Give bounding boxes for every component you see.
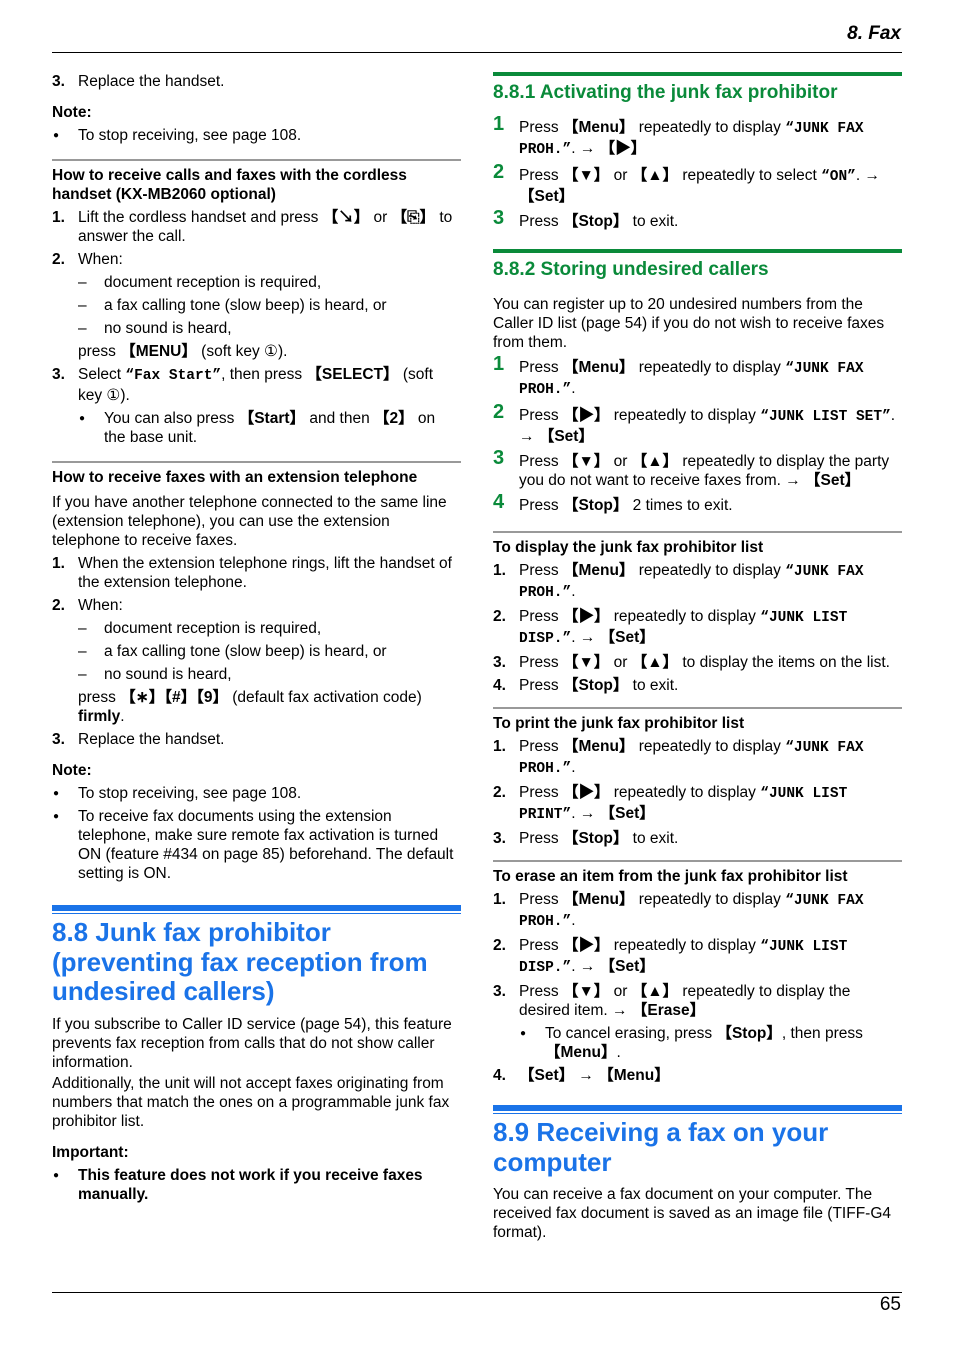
dash-item: a fax calling tone (slow beep) is heard,… — [78, 296, 461, 315]
list-item: 3. Select “Fax Start”, then press 【SELEC… — [52, 365, 461, 447]
list-item: 3. Press 【▼】 or 【▲】 repeatedly to displa… — [493, 982, 902, 1062]
step-item: 2 Press 【▶】 repeatedly to display “JUNK … — [493, 401, 896, 445]
section-para: You can receive a fax document on your c… — [493, 1186, 891, 1241]
extension-intro: If you have another telephone connected … — [52, 494, 447, 549]
section-para: If you subscribe to Caller ID service (p… — [52, 1015, 452, 1071]
bottom-rule — [52, 1292, 902, 1293]
chapter-title: 8. Fax — [847, 23, 901, 44]
note-label: Note: — [52, 104, 92, 121]
erase-item-heading: To erase an item from the junk fax prohi… — [493, 860, 902, 886]
speaker-key-icon: 【⎘】 — [391, 209, 436, 226]
extension-heading: How to receive faxes with an extension t… — [52, 461, 461, 487]
right-column: 8.8.1 Activating the junk fax prohibitor… — [493, 72, 902, 1242]
section-rule-thin — [52, 913, 461, 914]
list-item: 4. 【Set】 → 【Menu】 — [493, 1067, 670, 1084]
dash-item: no sound is heard, — [78, 319, 461, 338]
activation-code-keys: 【∗】【#】【9】 — [120, 689, 228, 706]
subsection-title: 8.8.2 Storing undesired callers — [493, 259, 769, 280]
bullet-item: To stop receiving, see page 108. — [52, 126, 461, 145]
list-item: 3. Press 【▼】 or 【▲】 to display the items… — [493, 654, 890, 671]
step-item: 3 Press 【Stop】 to exit. — [493, 207, 679, 230]
section-rule — [493, 249, 902, 253]
section-title: 8.9 Receiving a fax on your computer — [493, 1117, 829, 1177]
list-item: 2. Press 【▶】 repeatedly to display “JUNK… — [493, 784, 848, 823]
step-item: 3 Press 【▼】 or 【▲】 repeatedly to display… — [493, 447, 890, 489]
step-item: 2 Press 【▼】 or 【▲】 repeatedly to select … — [493, 161, 880, 205]
dash-item: document reception is required, — [78, 619, 461, 638]
dash-item: document reception is required, — [78, 273, 461, 292]
list-item: 3. Replace the handset. — [52, 73, 225, 90]
section-para: Additionally, the unit will not accept f… — [52, 1074, 450, 1130]
dash-item: a fax calling tone (slow beep) is heard,… — [78, 642, 461, 661]
section-8-8: 8.8 Junk fax prohibitor (preventing fax … — [52, 905, 461, 1204]
step-item: 4 Press 【Stop】 2 times to exit. — [493, 491, 733, 514]
section-8-9: 8.9 Receiving a fax on your computer You… — [493, 1105, 902, 1242]
section-title: 8.8 Junk fax prohibitor (preventing fax … — [52, 917, 428, 1006]
list-item: 2. When: document reception is required,… — [52, 596, 461, 726]
bullet-item: To cancel erasing, press 【Stop】, then pr… — [519, 1024, 902, 1062]
subsection-title: 8.8.1 Activating the junk fax prohibitor — [493, 82, 838, 103]
section-rule — [493, 1105, 902, 1111]
display-list-heading: To display the junk fax prohibitor list — [493, 531, 902, 557]
list-item: 2. Press 【▶】 repeatedly to display “JUNK… — [493, 608, 848, 647]
step-item: 1 Press 【Menu】 repeatedly to display “JU… — [493, 113, 864, 158]
section-rule — [493, 72, 902, 76]
list-item: 1. Press 【Menu】 repeatedly to display “J… — [493, 738, 864, 777]
bullet-item: This feature does not work if you receiv… — [52, 1166, 461, 1204]
subsection-intro: You can register up to 20 undesired numb… — [493, 296, 885, 351]
list-item: 3. Press 【Stop】 to exit. — [493, 830, 679, 847]
list-item: 1. Press 【Menu】 repeatedly to display “J… — [493, 562, 864, 601]
section-rule — [52, 905, 461, 911]
list-item: 2. When: document reception is required,… — [52, 250, 461, 361]
section-rule-thin — [493, 1113, 902, 1114]
cordless-heading: How to receive calls and faxes with the … — [52, 159, 461, 204]
list-item: 4. Press 【Stop】 to exit. — [493, 677, 679, 694]
bullet-item: To stop receiving, see page 108. — [52, 784, 461, 803]
bullet-item: To receive fax documents using the exten… — [52, 807, 461, 883]
page-number: 65 — [879, 1294, 901, 1315]
top-rule — [52, 52, 902, 53]
left-column: 3.Replace the handset. Note: To stop rec… — [52, 72, 461, 1204]
bullet-item: You can also press 【Start】 and then 【2】 … — [78, 409, 461, 447]
talk-key-icon: 【↘】 — [322, 209, 370, 226]
dash-item: no sound is heard, — [78, 665, 461, 684]
list-item: 3. Replace the handset. — [52, 731, 225, 748]
list-item: 1. Press 【Menu】 repeatedly to display “J… — [493, 891, 864, 930]
print-list-heading: To print the junk fax prohibitor list — [493, 707, 902, 733]
list-item: 1. When the extension telephone rings, li… — [52, 555, 452, 591]
important-label: Important: — [52, 1143, 129, 1161]
list-item: 2. Press 【▶】 repeatedly to display “JUNK… — [493, 937, 848, 976]
list-item: 1. Lift the cordless handset and press 【… — [52, 209, 453, 245]
note-label: Note: — [52, 762, 92, 779]
step-item: 1 Press 【Menu】 repeatedly to display “JU… — [493, 353, 864, 398]
